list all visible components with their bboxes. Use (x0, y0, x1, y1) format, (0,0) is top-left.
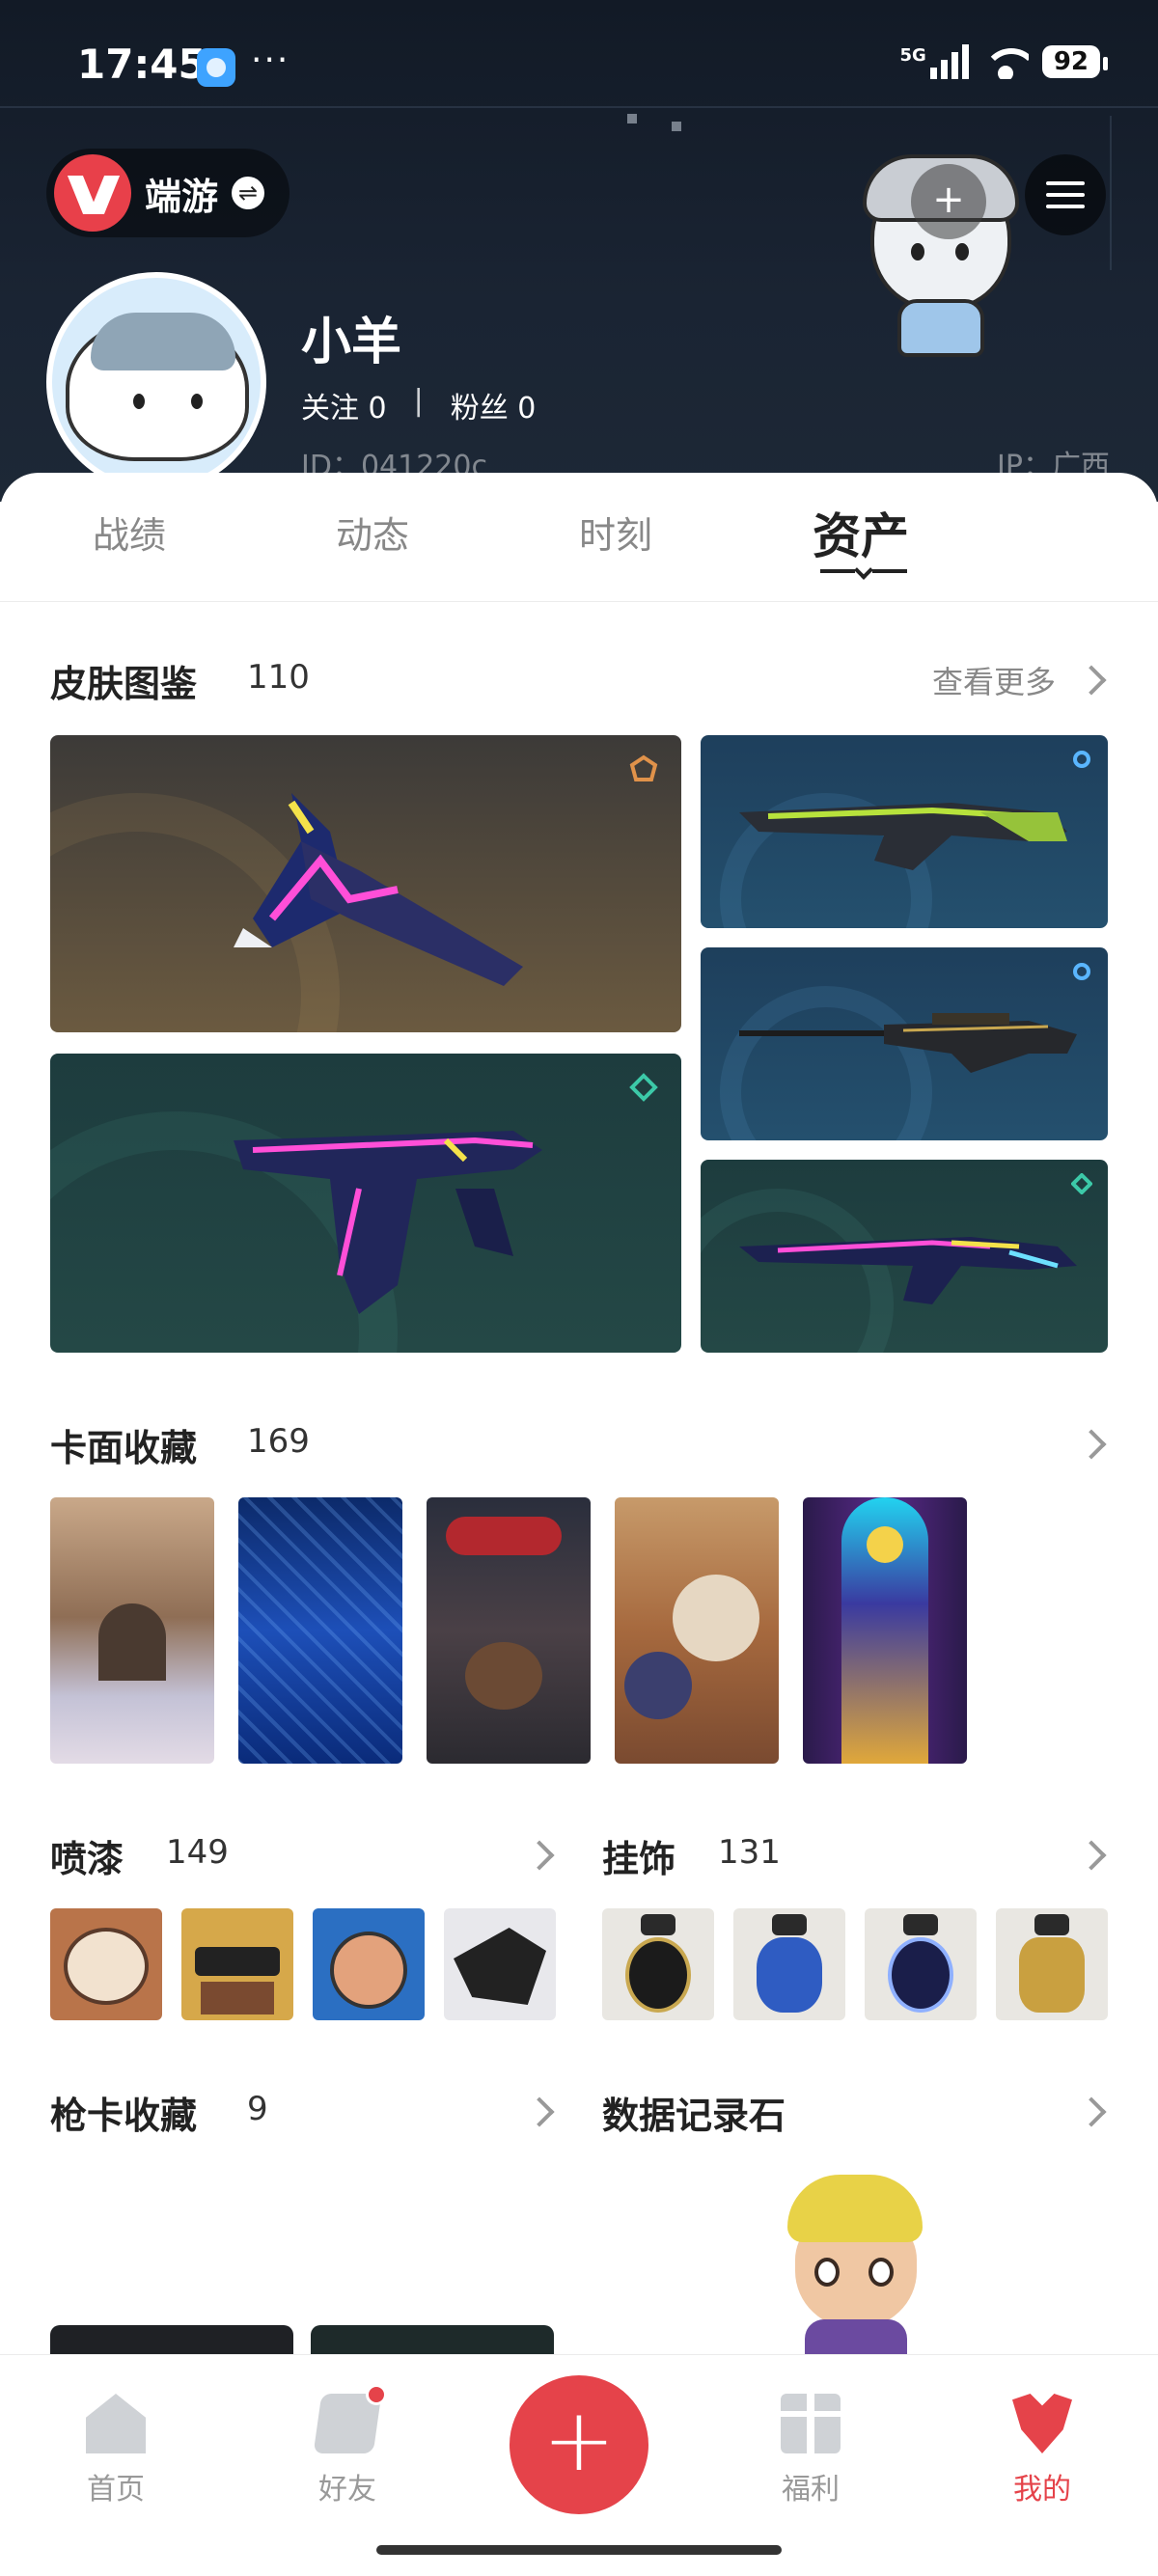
gift-icon (781, 2394, 841, 2453)
create-post-button[interactable]: + (510, 2375, 648, 2514)
rifle-skin-icon (739, 803, 1067, 870)
notification-dot (366, 2384, 387, 2405)
chevron-right-icon[interactable] (1076, 1429, 1107, 1460)
user-name: 小羊 (301, 314, 402, 371)
skin-card-smg[interactable] (701, 1160, 1108, 1353)
network-type: 5G (899, 44, 926, 66)
nav-profile[interactable]: 我的 (984, 2394, 1100, 2507)
valorant-logo-icon (54, 154, 131, 232)
chevron-right-icon[interactable] (1076, 1840, 1107, 1871)
profile-header: 17:45 ··· 5G 92 端游 ⇌ 小羊 关注 0 | (0, 0, 1158, 502)
decor-line (1110, 116, 1112, 270)
chevron-right-icon[interactable] (524, 1840, 555, 1871)
rarity-icon (629, 754, 658, 781)
player-card-thumbnail[interactable] (50, 1497, 214, 1764)
nav-home[interactable]: 首页 (58, 2394, 174, 2507)
skin-card-pistol[interactable] (50, 1054, 681, 1353)
tab-assets[interactable]: 资产 (813, 498, 909, 567)
tab-stats[interactable]: 战绩 (93, 506, 166, 559)
charm-thumbnail[interactable] (602, 1908, 714, 2020)
rarity-icon (1073, 963, 1090, 980)
skin-card-rifle[interactable] (701, 735, 1108, 928)
tab-activity[interactable]: 动态 (336, 506, 409, 559)
charm-thumbnail[interactable] (865, 1908, 977, 2020)
sprays-count: 149 (166, 1833, 229, 1872)
friends-icon (313, 2384, 387, 2453)
data-stone-title: 数据记录石 (602, 2095, 786, 2137)
home-icon (86, 2394, 146, 2453)
status-bar: 17:45 ··· 5G 92 (77, 41, 1109, 98)
separator: | (413, 384, 424, 418)
charms-title: 挂饰 (602, 1838, 676, 1880)
avatar[interactable] (46, 272, 266, 492)
active-tab-indicator (820, 561, 907, 580)
signal-icon (929, 44, 969, 79)
app-notification-icon (197, 48, 235, 87)
data-stone-character[interactable] (778, 2175, 932, 2358)
spray-thumbnail[interactable] (181, 1908, 293, 2020)
swap-icon: ⇌ (232, 177, 265, 209)
skins-view-more[interactable]: 查看更多 (932, 658, 1056, 702)
tab-moments[interactable]: 时刻 (579, 506, 652, 559)
rarity-icon (1071, 1173, 1092, 1194)
cards-count: 169 (247, 1422, 310, 1461)
charm-thumbnail[interactable] (996, 1908, 1108, 2020)
spray-thumbnail[interactable] (50, 1908, 162, 2020)
gun-cards-title: 枪卡收藏 (50, 2095, 198, 2137)
player-card-thumbnail[interactable] (615, 1497, 779, 1764)
sniper-skin-icon (739, 1013, 1077, 1073)
fans-count[interactable]: 粉丝 0 (451, 384, 537, 426)
smg-skin-icon (739, 1237, 1077, 1304)
charm-thumbnail[interactable] (733, 1908, 845, 2020)
menu-button[interactable] (1025, 154, 1106, 235)
skins-count: 110 (247, 658, 310, 697)
wifi-icon (981, 44, 1029, 79)
charms-count: 131 (718, 1833, 781, 1872)
spray-thumbnail[interactable] (313, 1908, 425, 2020)
more-notifications-icon: ··· (251, 41, 290, 80)
game-switcher[interactable]: 端游 ⇌ (46, 149, 290, 237)
add-collection-button[interactable] (911, 164, 986, 239)
player-card-thumbnail[interactable] (427, 1497, 591, 1764)
player-card-thumbnail[interactable] (803, 1497, 967, 1764)
rarity-icon (629, 1073, 658, 1102)
following-count[interactable]: 关注 0 (301, 384, 387, 426)
decor-line (0, 106, 1158, 108)
chevron-right-icon[interactable] (1076, 2096, 1107, 2127)
gun-cards-count: 9 (247, 2090, 268, 2128)
home-indicator[interactable] (376, 2545, 782, 2555)
battery-indicator: 92 (1041, 45, 1109, 78)
melee-skin-icon (234, 793, 523, 986)
decor-dot (672, 122, 681, 131)
chevron-right-icon[interactable] (1076, 665, 1107, 696)
profile-icon (1012, 2394, 1072, 2453)
pistol-skin-icon (234, 1131, 542, 1314)
cards-title: 卡面收藏 (50, 1427, 198, 1469)
nav-friends[interactable]: 好友 (290, 2384, 405, 2507)
skin-card-sniper[interactable] (701, 947, 1108, 1140)
spray-thumbnail[interactable] (444, 1908, 556, 2020)
rarity-icon (1073, 751, 1090, 768)
skins-title: 皮肤图鉴 (50, 663, 198, 705)
skin-card-melee[interactable] (50, 735, 681, 1032)
decor-dot (627, 114, 637, 123)
game-name: 端游 (145, 175, 219, 218)
player-card-thumbnail[interactable] (238, 1497, 402, 1764)
sprays-title: 喷漆 (50, 1838, 124, 1880)
chevron-right-icon[interactable] (524, 2096, 555, 2127)
status-time: 17:45 (77, 41, 207, 88)
profile-tabs: 战绩 动态 时刻 资产 (0, 473, 1158, 602)
nav-benefits[interactable]: 福利 (753, 2394, 868, 2507)
